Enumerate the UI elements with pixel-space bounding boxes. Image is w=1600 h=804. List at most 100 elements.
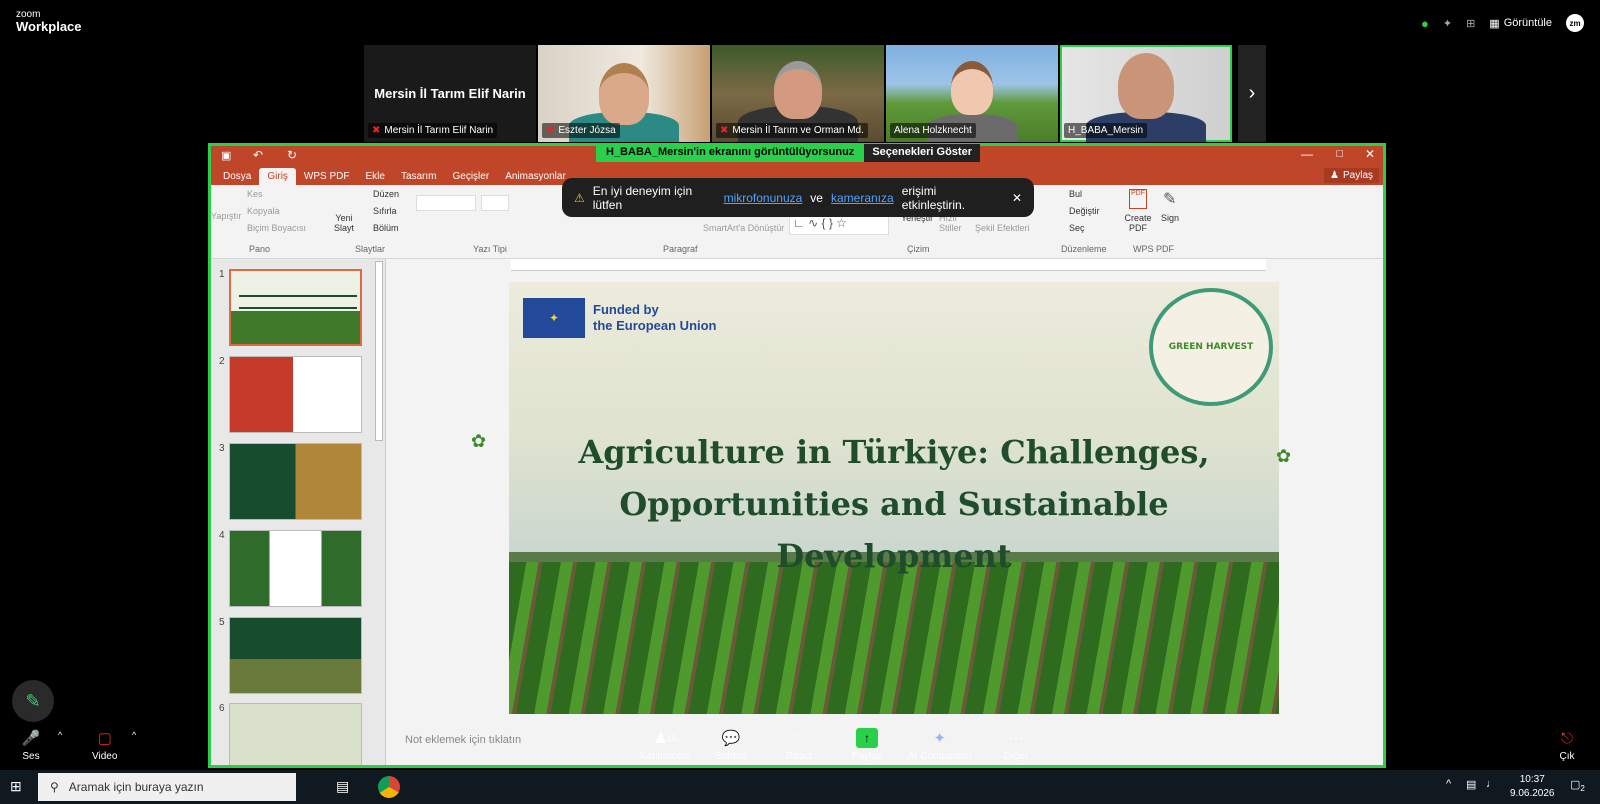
share-banner: H_BABA_Mersin'in ekranını görüntülüyorsu… [596, 144, 980, 162]
windows-start-icon[interactable]: ⊞ [10, 778, 22, 795]
more-label: Diğer [1004, 751, 1028, 762]
person-icon: ♟ [1330, 170, 1339, 181]
slide-thumb-1[interactable] [229, 269, 362, 346]
share-screen-button[interactable]: ↑ Paylaş [852, 728, 882, 762]
chrome-icon[interactable] [378, 776, 400, 798]
sign-button[interactable]: Sign [1161, 213, 1179, 223]
network-icon[interactable]: ▤ [1466, 778, 1476, 791]
logo-text: GREEN HARVEST [1168, 342, 1254, 352]
ai-companion-button[interactable]: ✦ AI Companion [908, 728, 971, 762]
view-button[interactable]: ▦ Görüntüle [1489, 17, 1552, 30]
section-button[interactable]: Bölüm [373, 223, 399, 233]
slide-thumb-2[interactable] [229, 356, 362, 433]
layout-button[interactable]: Düzen [373, 189, 399, 199]
clock-time: 10:37 [1519, 774, 1545, 785]
copy-button[interactable]: Kopyala [247, 206, 280, 216]
font-family-input[interactable] [416, 195, 476, 211]
participant-caption: H_BABA_Mersin [1064, 123, 1148, 138]
cut-button[interactable]: Kes [247, 189, 263, 199]
tab-wps-pdf[interactable]: WPS PDF [296, 168, 358, 185]
tray-chevron-icon[interactable]: ^ [1446, 778, 1451, 790]
slide-thumb-3[interactable] [229, 443, 362, 520]
tab-transitions[interactable]: Geçişler [445, 168, 498, 185]
share-button[interactable]: ♟ Paylaş [1324, 168, 1379, 183]
slide-thumb-4[interactable] [229, 530, 362, 607]
thumb-number: 2 [219, 356, 225, 367]
mic-off-icon: ✖ [720, 125, 729, 136]
close-icon[interactable]: ✕ [1012, 191, 1022, 205]
smartart-button[interactable]: SmartArt'a Dönüştür [703, 223, 784, 233]
participant-tile[interactable]: Alena Holzknecht [886, 45, 1058, 142]
chevron-up-icon[interactable]: ^ [58, 730, 62, 740]
save-icon[interactable]: ▣ [221, 149, 231, 162]
react-button[interactable]: ♡ React [786, 728, 812, 762]
chevron-up-icon[interactable]: ^ [132, 730, 136, 740]
thumbs-scrollbar[interactable] [375, 261, 383, 441]
tab-insert[interactable]: Ekle [357, 168, 392, 185]
warning-icon: ⚠ [574, 190, 585, 205]
participant-caption: Alena Holzknecht [890, 123, 976, 138]
participant-face [599, 63, 649, 125]
leave-button[interactable]: ⎋ Çık [1556, 728, 1578, 763]
camera-link[interactable]: kameranıza [831, 191, 894, 205]
more-dots-icon: ⋯ [1008, 730, 1024, 747]
volume-icon[interactable]: ♩ [1486, 778, 1497, 790]
slide-title-line-2: Opportunities and Sustainable Developmen… [619, 485, 1169, 575]
sign-icon: ✎ [1163, 191, 1177, 208]
notifications-icon[interactable]: ▢2 [1570, 778, 1585, 793]
slide-title-line-1: Agriculture in Türkiye: Challenges, [578, 433, 1210, 471]
participant-tile-active[interactable]: H_BABA_Mersin [1060, 45, 1232, 142]
shield-check-icon[interactable]: ● [1421, 16, 1429, 31]
format-painter-button[interactable]: Biçim Boyacısı [247, 223, 306, 233]
participant-name: Eszter Józsa [558, 125, 616, 136]
participant-tile[interactable]: ✖ Eszter Józsa [538, 45, 710, 142]
find-button[interactable]: Bul [1069, 189, 1082, 199]
microphone-link[interactable]: mikrofonunuza [724, 191, 803, 205]
thumb-number: 3 [219, 443, 225, 454]
tab-home[interactable]: Giriş [259, 168, 296, 185]
participant-name: Mersin İl Tarım Elif Narin [384, 125, 494, 136]
shapes-gallery[interactable]: ∟ ∿ { } ☆ [789, 215, 889, 235]
more-button[interactable]: ⋯ Diğer [1004, 728, 1028, 762]
avatar[interactable]: zm [1566, 14, 1584, 32]
select-button[interactable]: Seç [1069, 223, 1085, 233]
participant-tile[interactable]: ✖ Mersin İl Tarım ve Orman Md. [712, 45, 884, 142]
warning-text-mid: ve [810, 190, 823, 205]
create-pdf-button[interactable]: Create PDF [1121, 213, 1155, 233]
zoom-logo: zoom Workplace [16, 10, 82, 34]
clock-date: 9.06.2026 [1510, 788, 1555, 799]
warning-text-pre: En iyi deneyim için lütfen [592, 183, 693, 212]
sparkle-icon[interactable]: ✦ [1443, 17, 1452, 30]
tab-file[interactable]: Dosya [215, 168, 259, 185]
tab-design[interactable]: Tasarım [393, 168, 445, 185]
chat-button[interactable]: 💬 Sohbet [715, 728, 747, 762]
annotate-pencil-icon[interactable]: ✎ [12, 680, 54, 722]
undo-icon[interactable]: ↶ [253, 148, 263, 162]
taskbar-search[interactable]: ⚲ Aramak için buraya yazın [38, 773, 296, 801]
video-button[interactable]: ▢ Video [92, 728, 117, 762]
task-view-icon[interactable]: ▤ [336, 778, 349, 795]
participants-button[interactable]: ♟ 15 Katılımcılar [640, 728, 690, 762]
chevron-right-icon[interactable]: › [1238, 45, 1266, 142]
show-options-button[interactable]: Seçenekleri Göster [864, 144, 980, 162]
new-slide-button[interactable]: Yeni Slayt [329, 213, 359, 233]
apps-icon[interactable]: ⊞ [1466, 17, 1475, 30]
replace-button[interactable]: Değiştir [1069, 206, 1100, 216]
shape-effects-button[interactable]: Şekil Efektleri [975, 223, 1030, 233]
redo-icon[interactable]: ↻ [287, 148, 297, 162]
reset-button[interactable]: Sıfırla [373, 206, 397, 216]
font-size-input[interactable] [481, 195, 509, 211]
audio-button[interactable]: 🎤 Ses [20, 728, 42, 762]
participant-tile[interactable]: Mersin İl Tarım Elif Narin ✖ Mersin İl T… [364, 45, 536, 142]
maximize-icon[interactable]: □ [1336, 148, 1343, 160]
paste-button[interactable]: Yapıştır [211, 211, 241, 221]
slide-thumb-5[interactable] [229, 617, 362, 694]
close-icon[interactable]: ✕ [1365, 147, 1375, 161]
slide-canvas: ✦ Funded by the European Union GREEN HAR… [509, 282, 1279, 714]
participant-face [774, 61, 822, 119]
leave-label: Çık [1559, 751, 1575, 762]
thumb-title [239, 295, 357, 309]
warning-text-post: erişimi etkinleştirin. [901, 183, 966, 212]
clock[interactable]: 10:37 9.06.2026 [1510, 773, 1555, 801]
minimize-icon[interactable]: — [1301, 147, 1313, 161]
